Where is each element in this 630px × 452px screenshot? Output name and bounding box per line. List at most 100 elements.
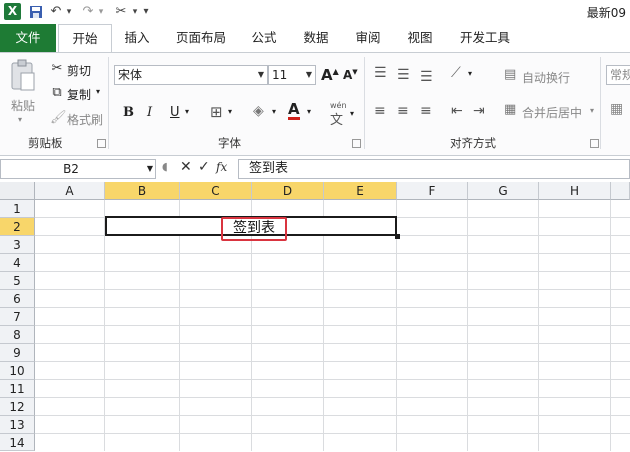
tab-view[interactable]: 视图: [402, 24, 438, 52]
excel-app-icon[interactable]: X: [4, 3, 21, 20]
paste-icon[interactable]: [8, 59, 38, 95]
column-header-g[interactable]: G: [468, 182, 539, 200]
row-header[interactable]: 9: [0, 344, 35, 362]
worksheet-grid[interactable]: A B C D E F G H 1 2 3 4 5 6 7 8 9 10 11 …: [0, 182, 630, 451]
merge-center-button[interactable]: 合并后居中: [522, 104, 582, 121]
alignment-launcher-icon[interactable]: [590, 139, 599, 148]
undo-dropdown-icon[interactable]: ▾: [64, 3, 74, 21]
font-color-dropdown-icon[interactable]: ▾: [307, 107, 311, 116]
column-header-i[interactable]: [611, 182, 630, 200]
row-header[interactable]: 4: [0, 254, 35, 272]
row-header[interactable]: 10: [0, 362, 35, 380]
row-header[interactable]: 1: [0, 200, 35, 218]
currency-icon[interactable]: ▦: [610, 101, 623, 117]
gridline: [35, 253, 630, 254]
row-header[interactable]: 5: [0, 272, 35, 290]
align-left-icon[interactable]: ≡: [374, 103, 386, 119]
decrease-indent-icon[interactable]: ⇤: [451, 103, 463, 119]
ribbon: 粘贴 ▾ ✂ 剪切 ⧉ 复制 ▾ 🖌 格式刷 剪贴板 宋体 ▼ 11 ▼ A▲ …: [0, 52, 630, 156]
tab-formulas[interactable]: 公式: [246, 24, 282, 52]
resize-handle-icon[interactable]: ◖: [162, 160, 168, 173]
bold-button[interactable]: B: [123, 105, 134, 120]
column-header-h[interactable]: H: [539, 182, 611, 200]
phonetic-icon[interactable]: 文: [330, 109, 343, 128]
paste-button[interactable]: 粘贴: [11, 97, 35, 114]
tab-page-layout[interactable]: 页面布局: [172, 24, 230, 52]
chevron-down-icon[interactable]: ▼: [147, 160, 153, 178]
gridline: [35, 397, 630, 398]
align-bottom-icon[interactable]: ☰: [420, 69, 433, 85]
row-header[interactable]: 11: [0, 380, 35, 398]
orientation-icon[interactable]: ⟋: [451, 65, 461, 81]
align-right-icon[interactable]: ≡: [420, 103, 432, 119]
column-header-e[interactable]: E: [324, 182, 397, 200]
column-header-a[interactable]: A: [35, 182, 105, 200]
fill-color-dropdown-icon[interactable]: ▾: [272, 107, 276, 116]
row-header[interactable]: 3: [0, 236, 35, 254]
chevron-down-icon: ▼: [257, 70, 264, 79]
gridline: [35, 415, 630, 416]
cut-button[interactable]: 剪切: [67, 62, 91, 79]
format-painter-button[interactable]: 格式刷: [67, 111, 103, 128]
confirm-icon[interactable]: ✓: [198, 159, 210, 175]
undo-icon[interactable]: ↶: [48, 3, 64, 21]
tab-insert[interactable]: 插入: [118, 24, 156, 52]
tab-data[interactable]: 数据: [298, 24, 334, 52]
row-header[interactable]: 2: [0, 218, 35, 236]
tools-icon[interactable]: ✂: [112, 3, 130, 21]
column-header-c[interactable]: C: [180, 182, 252, 200]
clipboard-group-label: 剪贴板: [28, 136, 63, 150]
orientation-dropdown-icon[interactable]: ▾: [468, 69, 472, 78]
borders-dropdown-icon[interactable]: ▾: [228, 107, 232, 116]
font-color-icon[interactable]: A: [288, 101, 300, 120]
phonetic-dropdown-icon[interactable]: ▾: [350, 109, 354, 118]
increase-indent-icon[interactable]: ⇥: [473, 103, 485, 119]
formula-input[interactable]: 签到表: [238, 159, 630, 179]
align-top-icon[interactable]: ☰: [374, 65, 387, 81]
grow-font-icon[interactable]: A▲: [321, 66, 339, 84]
insert-function-icon[interactable]: fx: [216, 160, 227, 174]
tab-review[interactable]: 审阅: [350, 24, 386, 52]
row-header[interactable]: 12: [0, 398, 35, 416]
cell-b2-content[interactable]: 签到表: [221, 217, 287, 241]
align-middle-icon[interactable]: ☰: [397, 67, 410, 83]
row-header[interactable]: 14: [0, 434, 35, 451]
tab-file[interactable]: 文件: [0, 24, 56, 52]
redo-dropdown-icon[interactable]: ▾: [96, 3, 106, 21]
column-header-d[interactable]: D: [252, 182, 324, 200]
italic-button[interactable]: I: [147, 105, 152, 120]
copy-button[interactable]: 复制: [67, 86, 91, 103]
tab-developer[interactable]: 开发工具: [454, 24, 516, 52]
chevron-down-icon: ▼: [305, 70, 312, 79]
fill-handle[interactable]: [395, 234, 400, 239]
customize-qa-icon[interactable]: ▾: [140, 3, 152, 21]
number-format-combo[interactable]: 常规: [606, 65, 630, 85]
font-launcher-icon[interactable]: [352, 139, 361, 148]
save-icon[interactable]: [28, 3, 44, 21]
row-header[interactable]: 13: [0, 416, 35, 434]
underline-button[interactable]: U: [170, 105, 180, 120]
name-box[interactable]: B2 ▼: [0, 159, 156, 179]
redo-icon[interactable]: ↷: [80, 3, 96, 21]
font-size-combo[interactable]: 11 ▼: [268, 65, 316, 85]
row-header[interactable]: 8: [0, 326, 35, 344]
copy-dropdown-icon[interactable]: ▾: [96, 87, 100, 96]
font-name-combo[interactable]: 宋体 ▼: [114, 65, 268, 85]
row-header[interactable]: 7: [0, 308, 35, 326]
column-header-b[interactable]: B: [105, 182, 180, 200]
shrink-font-icon[interactable]: A▼: [343, 68, 358, 82]
row-header[interactable]: 6: [0, 290, 35, 308]
align-center-icon[interactable]: ≡: [397, 103, 409, 119]
fill-color-icon[interactable]: ◈: [253, 103, 264, 119]
clipboard-launcher-icon[interactable]: [97, 139, 106, 148]
borders-icon[interactable]: ⊞: [210, 103, 223, 121]
cancel-icon[interactable]: ✕: [180, 159, 192, 175]
merge-dropdown-icon[interactable]: ▾: [590, 106, 594, 115]
tab-home[interactable]: 开始: [58, 24, 112, 52]
underline-dropdown-icon[interactable]: ▾: [185, 107, 189, 116]
select-all-corner[interactable]: [0, 182, 35, 200]
wrap-text-button[interactable]: 自动换行: [522, 69, 570, 86]
tools-dropdown-icon[interactable]: ▾: [130, 3, 140, 21]
paste-dropdown-icon[interactable]: ▾: [18, 115, 22, 124]
column-header-f[interactable]: F: [397, 182, 468, 200]
